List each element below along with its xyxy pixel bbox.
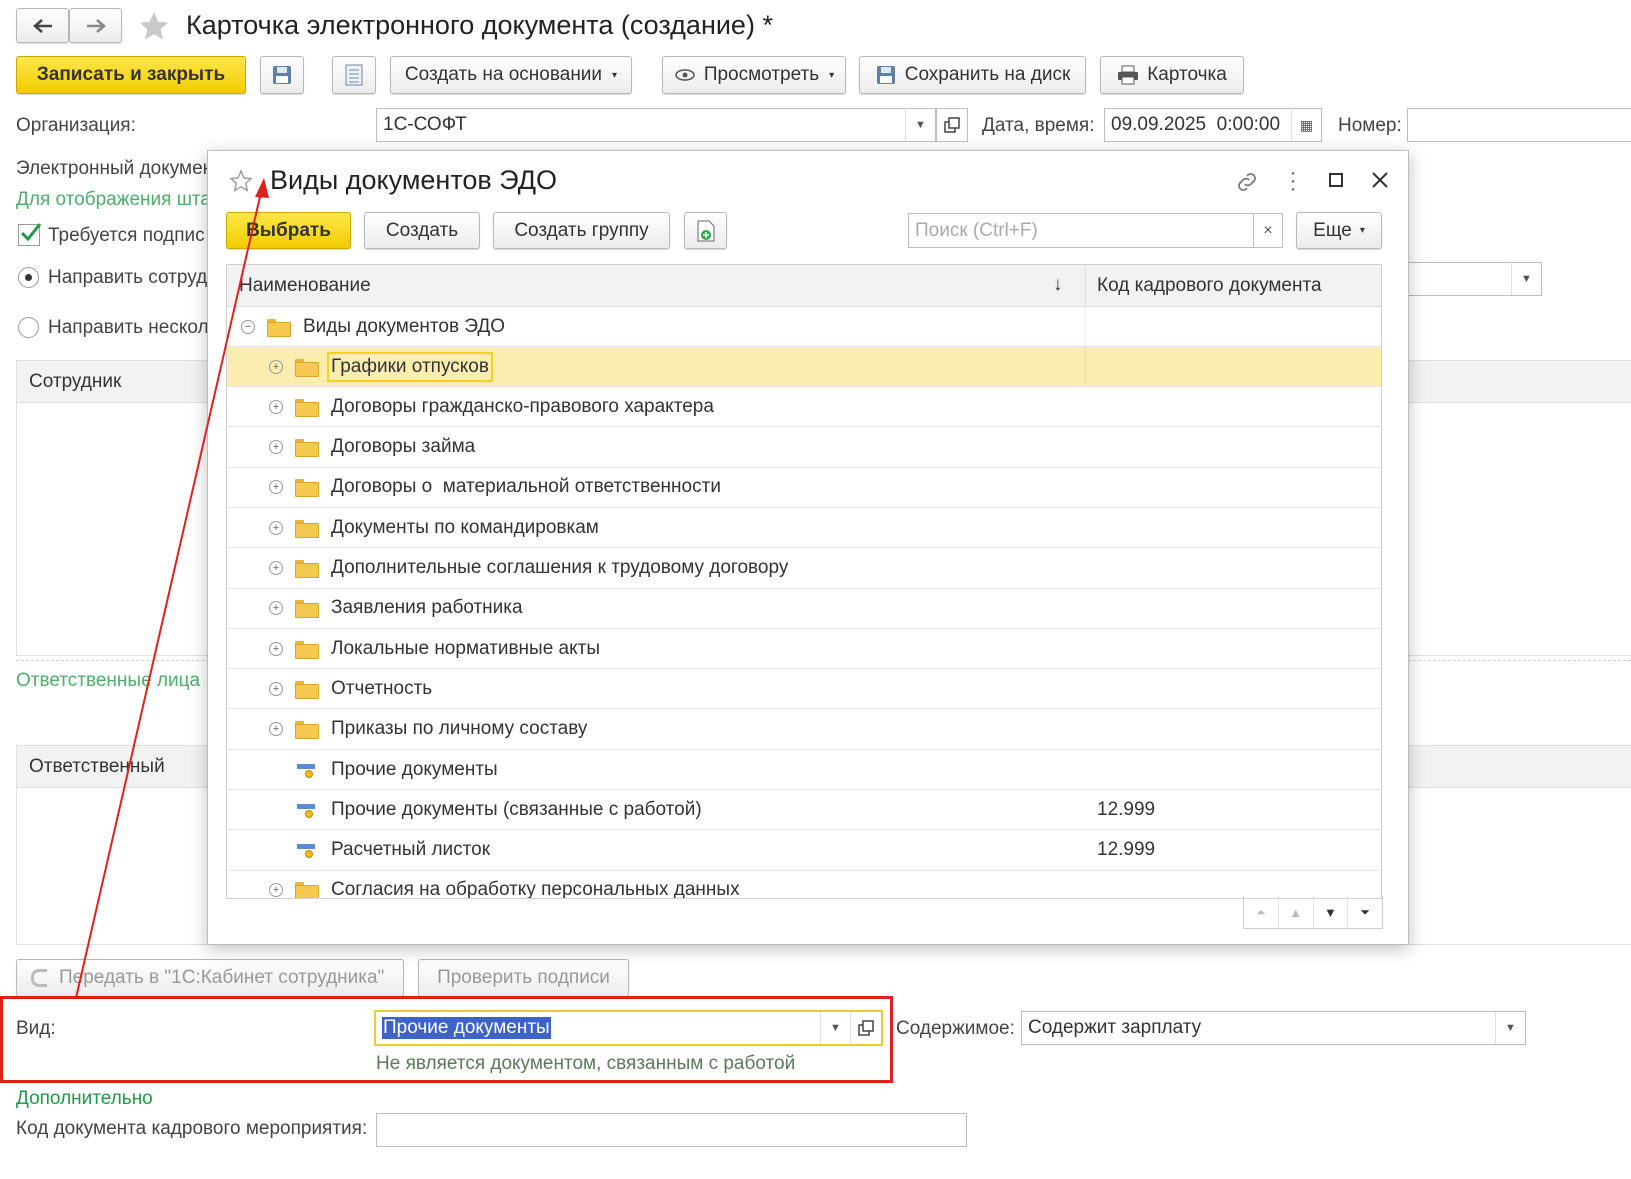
annotation-arrow [75,178,269,999]
